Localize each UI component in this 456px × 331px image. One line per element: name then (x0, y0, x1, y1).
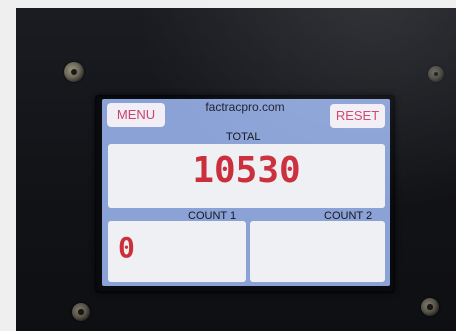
menu-button[interactable]: MENU (107, 103, 165, 127)
screw-bottom-right (421, 298, 439, 316)
count1-box: 0 (108, 221, 246, 282)
count2-box (250, 221, 385, 282)
screw-top-left (64, 62, 84, 82)
photo: MENU factracpro.com RESET TOTAL 10530 CO… (0, 0, 456, 331)
count1-value: 0 (118, 231, 135, 264)
total-label: TOTAL (226, 131, 261, 143)
screw-top-right (428, 66, 444, 82)
total-count-value: 10530 (192, 150, 301, 191)
screw-bottom-left (72, 303, 90, 321)
counter-display: MENU factracpro.com RESET TOTAL 10530 CO… (102, 99, 390, 286)
website-label: factracpro.com (205, 100, 285, 114)
reset-button[interactable]: RESET (330, 104, 385, 128)
total-box: 10530 (108, 144, 385, 208)
